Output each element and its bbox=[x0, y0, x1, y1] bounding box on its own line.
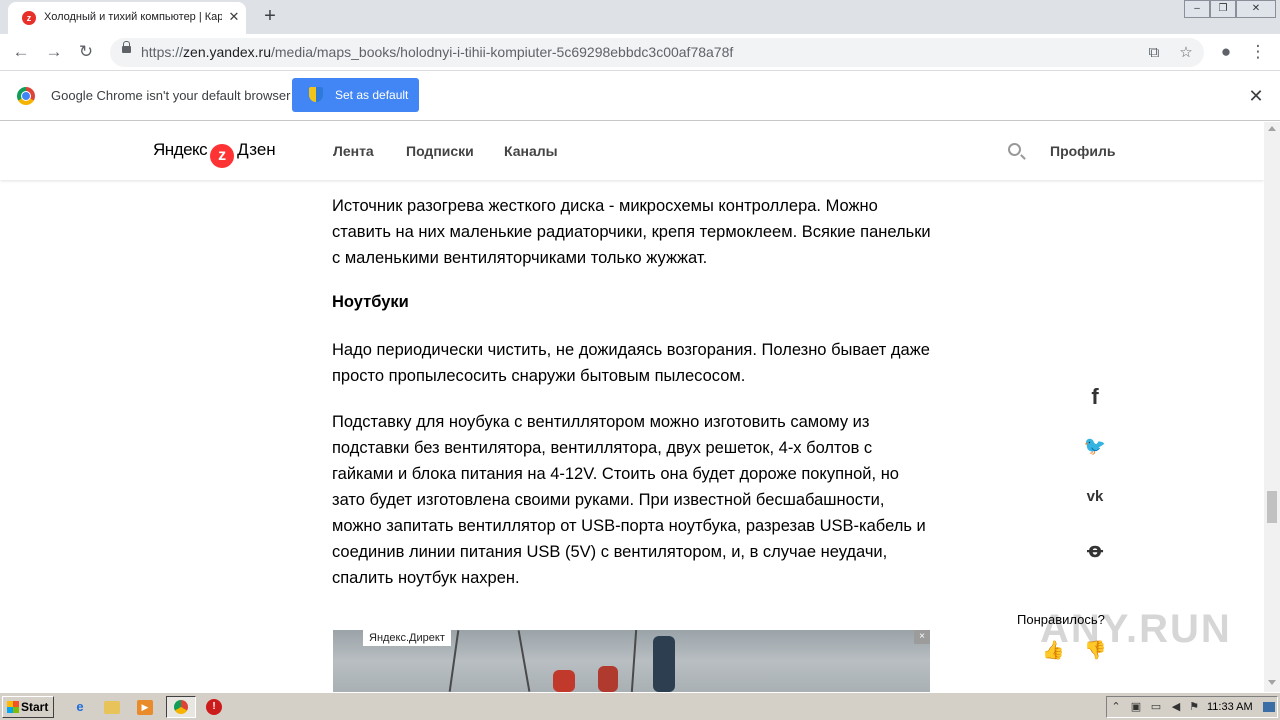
start-button[interactable]: Start bbox=[2, 696, 54, 718]
facebook-icon[interactable]: f bbox=[1082, 384, 1108, 410]
article-heading-notebooks: Ноутбуки bbox=[332, 293, 409, 311]
bookmark-star-icon[interactable]: ☆ bbox=[1176, 43, 1196, 63]
chrome-logo-icon bbox=[17, 87, 35, 105]
url-host: zen.yandex.ru bbox=[183, 44, 271, 60]
forward-arrow-icon[interactable]: → bbox=[42, 41, 66, 65]
stop-icon[interactable]: ! bbox=[206, 699, 222, 715]
ad-label: Яндекс.Директ bbox=[363, 630, 451, 646]
ad-image-climber bbox=[553, 670, 575, 692]
lock-icon[interactable] bbox=[122, 41, 131, 53]
set-as-default-label: Set as default bbox=[335, 88, 409, 102]
logo-zen-text: Дзен bbox=[237, 140, 276, 159]
profile-link[interactable]: Профиль bbox=[1050, 143, 1116, 159]
logo-yandex-text: Яндекс bbox=[153, 140, 208, 159]
tray-expand-icon[interactable]: ⌃ bbox=[1109, 700, 1123, 714]
zen-logo[interactable]: Яндекс z Дзен bbox=[153, 140, 276, 168]
back-arrow-icon[interactable]: ← bbox=[9, 41, 33, 65]
restore-button[interactable]: ❐ bbox=[1210, 0, 1236, 18]
tab-title: Холодный и тихий компьютер | Кар bbox=[44, 11, 222, 23]
url-path: /media/maps_books/holodnyi-i-tihii-kompi… bbox=[270, 44, 734, 60]
reload-icon[interactable]: ↻ bbox=[74, 41, 98, 65]
ad-banner[interactable]: Яндекс.Директ × bbox=[333, 630, 930, 692]
url-text: https://zen.yandex.ru/media/maps_books/h… bbox=[141, 44, 733, 60]
search-icon[interactable] bbox=[1008, 143, 1021, 156]
scroll-up-arrow-icon[interactable] bbox=[1268, 126, 1276, 131]
translate-icon[interactable]: ⧉ bbox=[1144, 43, 1164, 63]
menu-kebab-icon[interactable]: ⋮ bbox=[1246, 41, 1270, 65]
clock[interactable]: 11:33 AM bbox=[1207, 701, 1253, 713]
browser-toolbar: ← → ↻ https://zen.yandex.ru/media/maps_b… bbox=[0, 34, 1280, 71]
default-browser-infobar: Google Chrome isn't your default browser… bbox=[0, 71, 1280, 121]
show-desktop-icon[interactable] bbox=[1263, 702, 1275, 712]
uac-shield-icon bbox=[309, 87, 323, 102]
ad-image-rope bbox=[517, 630, 531, 692]
thumbs-up-icon[interactable]: 👍 bbox=[1042, 640, 1064, 662]
close-window-button[interactable]: ✕ bbox=[1236, 0, 1276, 18]
volume-icon[interactable]: ◀ bbox=[1169, 700, 1183, 714]
article-paragraph-2: Надо периодически чистить, не дожидаясь … bbox=[332, 341, 930, 385]
account-icon[interactable]: ● bbox=[1214, 41, 1238, 65]
nav-channels[interactable]: Каналы bbox=[504, 143, 558, 159]
windows-flag-icon bbox=[7, 701, 19, 713]
thumbs-down-icon[interactable]: 👎 bbox=[1084, 640, 1106, 662]
start-label: Start bbox=[21, 700, 49, 714]
address-bar[interactable]: https://zen.yandex.ru/media/maps_books/h… bbox=[110, 38, 1204, 67]
vk-icon[interactable]: vk bbox=[1082, 488, 1108, 514]
ad-close-icon[interactable]: × bbox=[914, 630, 930, 644]
article-paragraph-1: Источник разогрева жесткого диска - микр… bbox=[332, 197, 931, 267]
system-tray: ⌃ ▣ ▭ ◀ ⚑ 11:33 AM bbox=[1106, 696, 1278, 718]
zen-logo-icon: z bbox=[210, 144, 235, 168]
page-viewport: Яндекс z Дзен Лента Подписки Каналы Профил… bbox=[0, 122, 1264, 692]
internet-explorer-icon[interactable]: e bbox=[71, 698, 89, 716]
odnoklassniki-icon[interactable]: ꝋ bbox=[1082, 538, 1108, 564]
minimize-button[interactable]: – bbox=[1184, 0, 1210, 18]
nav-subscriptions[interactable]: Подписки bbox=[406, 143, 474, 159]
windows-taskbar: Start e ▶ ! ⌃ ▣ ▭ ◀ ⚑ 11:33 AM bbox=[0, 692, 1280, 720]
new-tab-button[interactable]: + bbox=[258, 6, 282, 28]
scroll-thumb[interactable] bbox=[1267, 491, 1277, 523]
action-center-flag-icon[interactable]: ⚑ bbox=[1187, 700, 1201, 714]
browser-tab[interactable]: z Холодный и тихий компьютер | Кар ✕ bbox=[8, 2, 246, 34]
zen-header: Яндекс z Дзен Лента Подписки Каналы Профил… bbox=[0, 122, 1264, 180]
scroll-down-arrow-icon[interactable] bbox=[1268, 680, 1276, 685]
chrome-icon bbox=[174, 700, 188, 714]
network-icon[interactable]: ▣ bbox=[1129, 700, 1143, 714]
ad-image-climber bbox=[653, 636, 675, 692]
tab-close-icon[interactable]: ✕ bbox=[226, 9, 242, 25]
infobar-message: Google Chrome isn't your default browser bbox=[51, 88, 291, 103]
ad-image-rope bbox=[630, 630, 638, 692]
url-scheme: https:// bbox=[141, 44, 184, 60]
article-paragraph-3: Подставку для ноубука с вентиллятором мо… bbox=[332, 413, 926, 587]
folder-icon[interactable] bbox=[104, 701, 120, 714]
infobar-close-icon[interactable]: ✕ bbox=[1246, 86, 1266, 106]
media-player-icon[interactable]: ▶ bbox=[137, 700, 153, 715]
ad-image-climber bbox=[598, 666, 618, 692]
page-scrollbar[interactable] bbox=[1264, 122, 1280, 692]
liked-question: Понравилось? bbox=[1017, 612, 1105, 627]
set-as-default-button[interactable]: Set as default bbox=[292, 78, 419, 112]
chrome-taskbar-button[interactable] bbox=[166, 696, 196, 718]
twitter-icon[interactable]: 🐦 bbox=[1082, 436, 1108, 462]
monitor-icon[interactable]: ▭ bbox=[1149, 700, 1163, 714]
tab-strip: z Холодный и тихий компьютер | Кар ✕ + –… bbox=[0, 0, 1280, 34]
nav-feed[interactable]: Лента bbox=[333, 143, 374, 159]
zen-favicon-icon: z bbox=[22, 11, 36, 25]
